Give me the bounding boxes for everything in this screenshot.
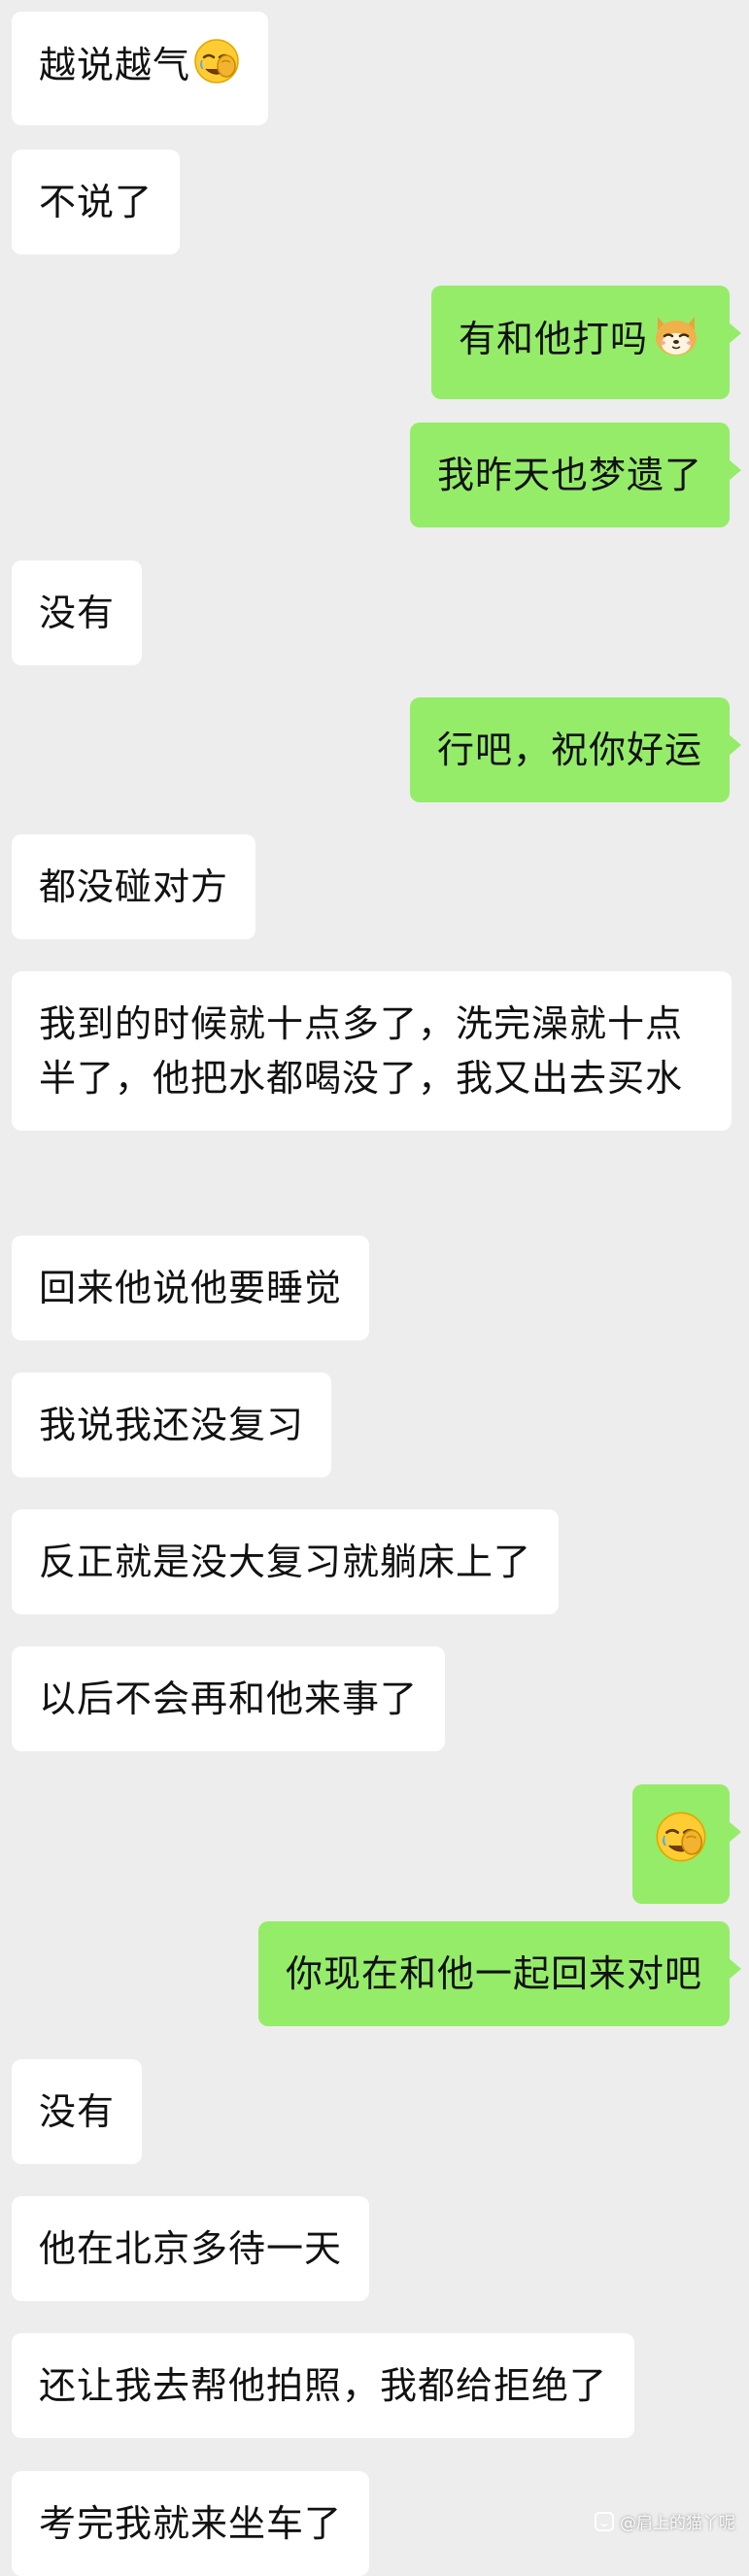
message-row-incoming: 回来他说他要睡觉: [12, 1236, 370, 1340]
message-row-incoming: 还让我去帮他拍照，我都给拒绝了: [12, 2333, 635, 2438]
watermark-text: @肩上的猫丫呢: [620, 2514, 735, 2533]
message-bubble[interactable]: 都没碰对方: [12, 834, 256, 939]
message-row-outgoing: 你现在和他一起回来对吧: [257, 1921, 742, 2026]
message-text: 回来他说他要睡觉: [39, 1267, 343, 1309]
message-bubble[interactable]: 没有: [12, 2059, 143, 2164]
message-text: 都没碰对方: [39, 865, 229, 908]
message-bubble[interactable]: 考完我就来坐车了: [12, 2471, 370, 2576]
message-bubble[interactable]: 反正就是没大复习就躺床上了: [12, 1509, 560, 1614]
facepalm-emoji-icon: [654, 1810, 708, 1879]
message-bubble[interactable]: 还让我去帮他拍照，我都给拒绝了: [12, 2333, 635, 2438]
message-bubble[interactable]: 以后不会再和他来事了: [12, 1646, 446, 1751]
message-text: 考完我就来坐车了: [39, 2502, 343, 2545]
message-row-incoming: 都没碰对方: [12, 834, 256, 939]
message-row-incoming: 没有: [12, 2059, 143, 2164]
message-row-outgoing: [632, 1784, 741, 1904]
message-text: 我到的时候就十点多了，洗完澡就十点半了，他把水都喝没了，我又出去买水: [39, 1002, 684, 1100]
message-text: 我说我还没复习: [39, 1404, 305, 1446]
message-bubble[interactable]: 越说越气: [12, 12, 269, 125]
message-bubble[interactable]: 他在北京多待一天: [12, 2196, 370, 2301]
message-bubble[interactable]: 不说了: [12, 150, 181, 254]
message-text: 以后不会再和他来事了: [39, 1678, 419, 1720]
message-bubble[interactable]: 行吧，祝你好运: [409, 697, 742, 802]
message-text: 还让我去帮他拍照，我都给拒绝了: [39, 2364, 608, 2407]
message-bubble[interactable]: 没有: [12, 560, 143, 665]
message-text: 没有: [39, 2090, 116, 2133]
message-row-incoming: 没有: [12, 560, 143, 665]
message-row-incoming: 他在北京多待一天: [12, 2196, 370, 2301]
message-row-incoming: 我说我还没复习: [12, 1373, 332, 1477]
chat-bubble-icon: [595, 2511, 614, 2531]
message-row-incoming: 不说了: [12, 150, 181, 254]
message-bubble[interactable]: 你现在和他一起回来对吧: [257, 1921, 742, 2026]
message-text: 我昨天也梦遗了: [436, 454, 702, 496]
message-row-incoming: 我到的时候就十点多了，洗完澡就十点半了，他把水都喝没了，我又出去买水: [12, 971, 732, 1131]
message-text: 反正就是没大复习就躺床上了: [39, 1541, 532, 1583]
message-bubble[interactable]: 有和他打吗: [430, 286, 742, 399]
message-row-incoming: 反正就是没大复习就躺床上了: [12, 1509, 560, 1614]
message-row-incoming: 越说越气: [12, 12, 269, 125]
message-text: 行吧，祝你好运: [436, 729, 702, 771]
message-text: 没有: [39, 592, 116, 634]
chat-conversation: 越说越气 不说了 有和他打吗 我昨天也梦遗了 没有 行吧，祝你好运 都没碰对方: [0, 0, 749, 2576]
message-text: 他在北京多待一天: [39, 2227, 343, 2270]
shiba-emoji-icon: [650, 311, 702, 374]
message-text: 不说了: [39, 181, 153, 223]
message-bubble[interactable]: 我昨天也梦遗了: [409, 423, 742, 527]
message-row-outgoing: 有和他打吗: [430, 286, 742, 399]
message-row-outgoing: 我昨天也梦遗了: [409, 423, 742, 527]
message-text: 你现在和他一起回来对吧: [285, 1952, 702, 1995]
message-bubble[interactable]: 回来他说他要睡觉: [12, 1236, 370, 1340]
message-row-incoming: 考完我就来坐车了: [12, 2471, 370, 2576]
message-bubble[interactable]: 我到的时候就十点多了，洗完澡就十点半了，他把水都喝没了，我又出去买水: [12, 971, 732, 1131]
watermark: @肩上的猫丫呢: [595, 2509, 735, 2533]
facepalm-emoji-icon: [192, 37, 241, 100]
message-row-incoming: 以后不会再和他来事了: [12, 1646, 446, 1751]
message-row-outgoing: 行吧，祝你好运: [409, 697, 742, 802]
message-text: 有和他打吗: [458, 318, 648, 360]
message-bubble[interactable]: [632, 1784, 741, 1904]
message-text: 越说越气: [39, 44, 191, 86]
message-bubble[interactable]: 我说我还没复习: [12, 1373, 332, 1477]
